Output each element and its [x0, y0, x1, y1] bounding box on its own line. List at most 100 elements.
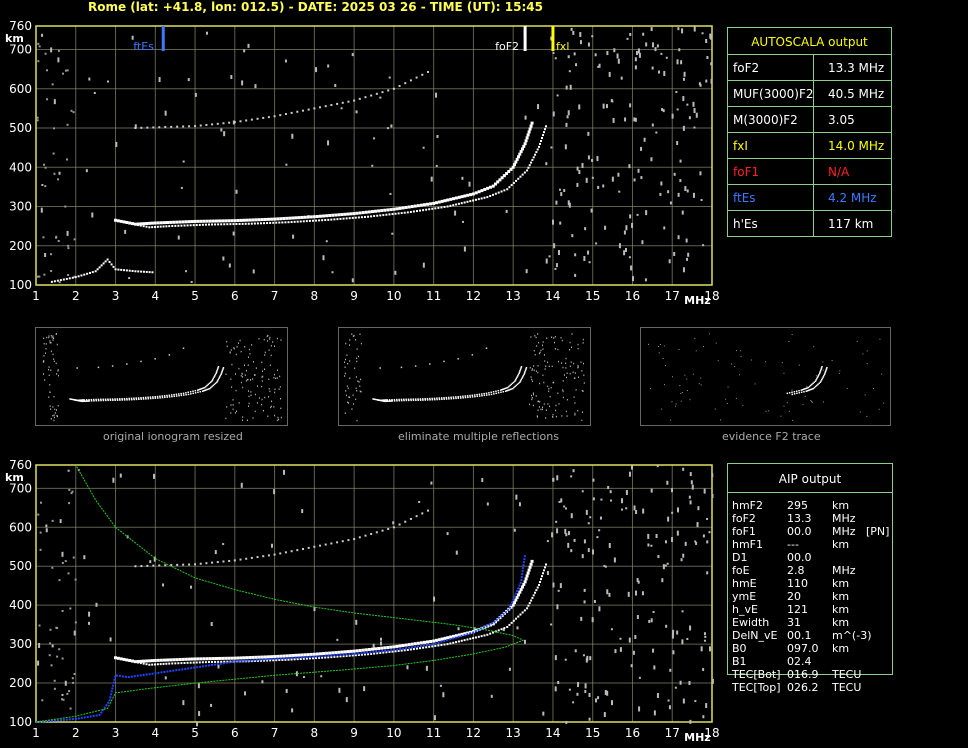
top-x-tick-label: 15	[585, 289, 600, 303]
aip-unit: TECU	[832, 681, 862, 694]
top-e-trace-point	[104, 260, 107, 263]
aip-row-b0: B0 097.0 km	[732, 642, 892, 655]
top-multiple-reflection-trace-point	[152, 126, 155, 129]
autoscala-value: N/A	[828, 165, 850, 179]
top-f2-trace-point	[224, 219, 228, 223]
bottom-multiple-reflection-trace-point	[279, 552, 282, 555]
bottom-multiple-reflection-trace-point	[262, 555, 265, 558]
autoscala-value: 3.05	[828, 113, 855, 127]
top-f2-x-trace-point	[324, 219, 327, 222]
top-f2-trace-point	[254, 218, 258, 222]
top-f2-x-trace-point	[394, 212, 397, 215]
top-f2-trace-point	[257, 218, 261, 222]
top-f2-trace-point	[242, 218, 246, 222]
bottom-f2-x-trace	[128, 563, 547, 666]
bottom-f2-trace-point	[285, 654, 289, 658]
top-f2-x-trace-point	[128, 222, 131, 225]
top-f2-trace-point	[273, 217, 277, 221]
top-f2-x-trace-point	[531, 158, 534, 161]
top-f2-trace-point	[434, 201, 438, 205]
top-f2-trace-point	[148, 221, 152, 225]
bottom-f2-trace-point	[263, 655, 267, 659]
top-f2-x-trace-point	[315, 219, 318, 222]
bottom-f2-trace-point	[300, 653, 304, 657]
top-f2-x-trace-point	[489, 194, 492, 197]
top-x-tick-label: 7	[271, 289, 279, 303]
top-f2-x-trace-point	[174, 224, 177, 227]
top-f2-trace-point	[449, 197, 453, 201]
top-f2-x-trace-point	[521, 173, 524, 176]
bottom-multiple-reflection-trace-point	[245, 557, 248, 560]
bottom-f2-trace-point	[150, 659, 154, 663]
top-grid	[35, 25, 713, 286]
bottom-multiple-reflection-trace	[134, 509, 429, 568]
bottom-f2-x-trace-point	[136, 661, 139, 664]
top-f2-trace-point	[122, 220, 126, 224]
top-f2-x-trace-point	[189, 224, 192, 227]
top-f2-x-trace-point	[235, 223, 238, 226]
top-e-trace-point	[145, 270, 148, 273]
bottom-multiple-reflection-trace-point	[341, 540, 344, 543]
top-multiple-reflection-trace-point	[273, 115, 276, 118]
top-f2-trace-point	[328, 214, 332, 218]
top-f2-x-trace-point	[440, 206, 443, 209]
top-f2-trace-point	[125, 220, 129, 224]
autoscala-value: 13.3 MHz	[828, 61, 885, 75]
top-x-tick-label: 5	[191, 289, 199, 303]
bottom-f2-trace-point	[172, 658, 176, 662]
top-multiple-reflection-trace-point	[341, 101, 344, 104]
bottom-f2-x-trace-point	[469, 637, 472, 640]
bottom-f2-trace-point	[325, 651, 329, 655]
top-multiple-reflection-trace-point	[284, 113, 287, 116]
top-f2-x-trace-point	[543, 128, 546, 131]
top-e-trace-point	[131, 269, 134, 272]
bottom-f2-trace-point	[260, 655, 264, 659]
top-f2-x-trace-point	[538, 145, 541, 148]
top-f2-trace-point	[383, 208, 387, 212]
top-f2-x-trace-point	[302, 220, 305, 223]
top-multiple-reflection-trace-point	[245, 119, 248, 122]
top-e-trace-point	[117, 268, 120, 271]
aip-row-d1: D1 00.0	[732, 551, 892, 564]
top-f2-x-trace-point	[530, 161, 533, 164]
aip-value: 31	[787, 616, 801, 629]
top-multiple-reflection-trace-point	[222, 122, 225, 125]
bottom-f2-trace-point	[516, 593, 520, 597]
bottom-f2-trace-point	[522, 582, 526, 586]
bottom-multiple-reflection-trace-point	[228, 559, 231, 562]
bottom-x-tick-label: 15	[585, 726, 600, 740]
aip-value: 121	[787, 603, 808, 616]
top-f2-x-trace-point	[290, 221, 293, 224]
top-f2-x-trace-point	[536, 148, 539, 151]
bottom-multiple-reflection-trace-point	[370, 532, 373, 535]
bottom-f2-trace-point	[294, 653, 298, 657]
thumbnail-eliminate-multiple	[338, 327, 591, 426]
top-multiple-reflection-trace-point	[392, 87, 395, 90]
bottom-f2-trace-point	[266, 655, 270, 659]
bottom-f2-x-trace-point	[517, 615, 520, 618]
bottom-f2-x-trace-point	[214, 660, 217, 663]
bottom-f2-x-trace-point	[183, 661, 186, 664]
bottom-y-tick-label: 200	[9, 676, 32, 690]
bottom-f2-trace-point	[224, 656, 228, 660]
top-f2-x-trace-point	[506, 188, 509, 191]
bottom-f2-trace-point	[440, 637, 444, 641]
top-f2-trace-point	[285, 216, 289, 220]
top-f2-trace-point	[251, 218, 255, 222]
top-multiple-reflection-trace-point	[158, 126, 161, 129]
top-multiple-reflection-trace-point	[194, 125, 197, 128]
bottom-x-tick-label: 2	[72, 726, 80, 740]
bottom-multiple-reflection-trace-point	[319, 544, 322, 547]
bottom-f2-x-trace-point	[489, 632, 492, 635]
aip-name: foE	[732, 564, 750, 577]
top-f2-x-trace-point	[472, 199, 475, 202]
top-f2-trace-point	[266, 217, 270, 221]
top-x-tick-label: 13	[506, 289, 521, 303]
bottom-f2-trace-point	[148, 659, 152, 663]
bottom-f2-trace-point	[398, 644, 402, 648]
top-x-unit: MHz	[684, 294, 711, 307]
top-marker-label-fof2: foF2	[495, 40, 519, 53]
top-f2-x-trace-point	[296, 220, 299, 223]
top-f2-x-trace-point	[275, 221, 278, 224]
ionogram-autoscala-chart: 1 2 3 4 5 6 7 8 9 10 11 12 13 14 15 16 17 181002003004005…	[5, 19, 720, 307]
